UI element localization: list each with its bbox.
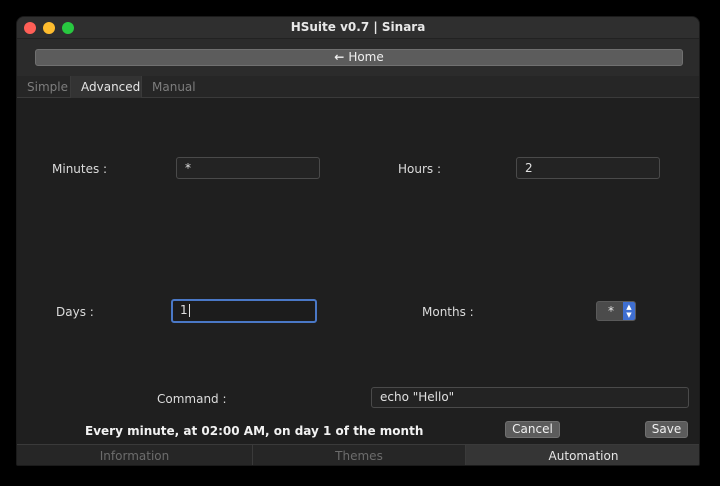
minutes-input[interactable]: * — [176, 157, 320, 179]
section-tabs: Information Themes Automation — [17, 444, 699, 465]
window-title: HSuite v0.7 | Sinara — [290, 20, 426, 34]
months-spinner[interactable]: * ▲ ▼ — [596, 301, 636, 321]
mode-tabs: Simple Advanced Manual — [17, 76, 699, 98]
tab-simple[interactable]: Simple — [17, 76, 71, 98]
hours-input[interactable]: 2 — [516, 157, 660, 179]
hours-label: Hours : — [398, 162, 442, 176]
tab-information[interactable]: Information — [17, 445, 253, 465]
days-input[interactable]: 1 — [171, 299, 317, 323]
command-label: Command : — [157, 392, 227, 406]
tab-themes[interactable]: Themes — [253, 445, 466, 465]
days-input-value: 1 — [180, 303, 188, 317]
command-input[interactable]: echo "Hello" — [371, 387, 689, 408]
tab-manual[interactable]: Manual — [142, 76, 202, 98]
title-bar[interactable]: HSuite v0.7 | Sinara — [17, 17, 699, 39]
schedule-summary: Every minute, at 02:00 AM, on day 1 of t… — [85, 424, 424, 438]
arrow-left-icon: ← — [334, 50, 345, 64]
minutes-label: Minutes : — [52, 162, 108, 176]
months-label: Months : — [422, 305, 474, 319]
tab-automation[interactable]: Automation — [466, 445, 699, 465]
save-button[interactable]: Save — [645, 421, 688, 438]
home-button-label: Home — [348, 50, 384, 64]
cancel-button[interactable]: Cancel — [505, 421, 560, 438]
app-window: HSuite v0.7 | Sinara ← Home Simple Advanc… — [16, 16, 700, 466]
days-label: Days : — [56, 305, 94, 319]
tab-advanced[interactable]: Advanced — [71, 76, 142, 98]
months-value: * — [608, 304, 614, 318]
home-button[interactable]: ← Home — [35, 49, 683, 66]
up-down-chevron-icon[interactable]: ▲ ▼ — [623, 302, 635, 320]
text-caret — [188, 304, 190, 317]
advanced-panel: Minutes : * Hours : 2 Days : 1 Months : … — [17, 98, 699, 444]
